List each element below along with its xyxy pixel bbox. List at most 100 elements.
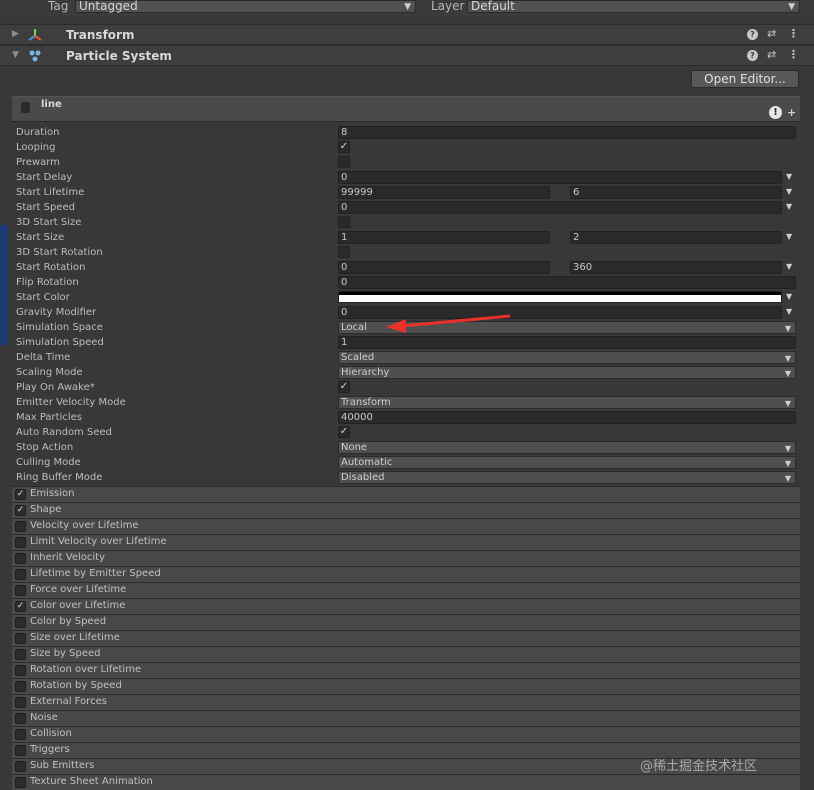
add-icon[interactable]: + (787, 106, 796, 119)
property-checkbox[interactable]: ✓ (338, 426, 350, 438)
transform-gizmo-icon (28, 29, 42, 41)
module-row[interactable]: Size over Lifetime (12, 630, 800, 646)
module-row[interactable]: ✓ Shape (12, 502, 800, 518)
property-checkbox[interactable] (338, 156, 350, 168)
dropdown-value: Hierarchy (341, 367, 390, 378)
property-row: Play On Awake* ✓ (0, 381, 814, 396)
module-row[interactable]: Collision (12, 726, 800, 742)
mode-dropdown-icon[interactable]: ▼ (786, 172, 792, 181)
module-enable-checkbox[interactable] (15, 521, 26, 532)
module-row[interactable]: Limit Velocity over Lifetime (12, 534, 800, 550)
transform-title: Transform (66, 28, 135, 42)
mode-dropdown-icon[interactable]: ▼ (786, 307, 792, 316)
module-enable-checkbox[interactable] (15, 649, 26, 660)
particle-system-main-header[interactable]: line ! + (12, 96, 800, 122)
particle-system-component-header[interactable]: ▼ Particle System ? ⇄ ⋮ (0, 45, 814, 66)
mode-dropdown-icon[interactable]: ▼ (786, 262, 792, 271)
module-row[interactable]: ✓ Color over Lifetime (12, 598, 800, 614)
warning-icon[interactable]: ! (769, 106, 782, 119)
property-row: Scaling Mode Hierarchy ▼ (0, 366, 814, 381)
property-max-field[interactable]: 6 (570, 186, 782, 199)
module-enable-checkbox[interactable]: ✓ (15, 505, 26, 516)
module-enable-checkbox[interactable]: ✓ (15, 601, 26, 612)
chevron-down-icon: ▼ (784, 369, 791, 378)
foldout-collapsed-icon[interactable]: ▶ (12, 29, 19, 39)
module-enable-checkbox[interactable] (15, 665, 26, 676)
property-checkbox[interactable] (338, 216, 350, 228)
module-enable-checkbox[interactable] (15, 553, 26, 564)
tag-dropdown[interactable]: Untagged ▼ (75, 0, 416, 13)
system-name: line (41, 99, 62, 110)
property-dropdown[interactable]: Automatic ▼ (338, 456, 796, 469)
module-row[interactable]: Rotation over Lifetime (12, 662, 800, 678)
property-value-field[interactable]: 0 (338, 171, 782, 184)
module-label: Rotation over Lifetime (30, 664, 142, 675)
kebab-menu-icon[interactable]: ⋮ (788, 48, 799, 61)
module-label: Color over Lifetime (30, 600, 126, 611)
property-max-field[interactable]: 2 (570, 231, 782, 244)
property-dropdown[interactable]: Hierarchy ▼ (338, 366, 796, 379)
module-row[interactable]: Noise (12, 710, 800, 726)
module-row[interactable]: Lifetime by Emitter Speed (12, 566, 800, 582)
module-row[interactable]: ✓ Emission (12, 486, 800, 502)
mode-dropdown-icon[interactable]: ▼ (786, 232, 792, 241)
module-row[interactable]: Force over Lifetime (12, 582, 800, 598)
property-min-field[interactable]: 99999 (338, 186, 550, 199)
property-checkbox[interactable] (338, 246, 350, 258)
module-row[interactable]: Color by Speed (12, 614, 800, 630)
module-row[interactable]: External Forces (12, 694, 800, 710)
module-enable-checkbox[interactable] (15, 537, 26, 548)
property-checkbox[interactable]: ✓ (338, 141, 350, 153)
property-row: Stop Action None ▼ (0, 441, 814, 456)
module-enable-checkbox[interactable] (15, 777, 26, 788)
module-enable-checkbox[interactable] (15, 633, 26, 644)
module-enable-checkbox[interactable] (15, 745, 26, 756)
layer-value: Default (471, 0, 515, 13)
help-icon[interactable]: ? (747, 50, 758, 61)
module-enable-checkbox[interactable] (15, 729, 26, 740)
module-row[interactable]: Texture Sheet Animation (12, 774, 800, 790)
module-enable-checkbox[interactable] (15, 681, 26, 692)
property-label: Culling Mode (16, 457, 81, 468)
property-dropdown[interactable]: Scaled ▼ (338, 351, 796, 364)
property-value-field[interactable]: 8 (338, 126, 796, 139)
module-enable-checkbox[interactable] (15, 697, 26, 708)
module-enable-checkbox[interactable] (15, 713, 26, 724)
property-value-field[interactable]: 0 (338, 276, 796, 289)
property-dropdown[interactable]: Transform ▼ (338, 396, 796, 409)
module-enable-checkbox[interactable] (15, 617, 26, 628)
transform-component-header[interactable]: ▶ Transform ? ⇄ ⋮ (0, 24, 814, 45)
module-enable-checkbox[interactable]: ✓ (15, 489, 26, 500)
module-row[interactable]: Size by Speed (12, 646, 800, 662)
property-max-field[interactable]: 360 (570, 261, 782, 274)
layer-dropdown[interactable]: Default ▼ (467, 0, 800, 13)
property-value-field[interactable]: 1 (338, 336, 796, 349)
property-min-field[interactable]: 0 (338, 261, 550, 274)
module-label: Rotation by Speed (30, 680, 122, 691)
start-color-swatch[interactable] (338, 291, 782, 303)
module-enable-checkbox[interactable] (15, 585, 26, 596)
property-checkbox[interactable]: ✓ (338, 381, 350, 393)
module-enable-checkbox[interactable] (15, 761, 26, 772)
foldout-expanded-icon[interactable]: ▼ (12, 50, 19, 60)
mode-dropdown-icon[interactable]: ▼ (786, 202, 792, 211)
module-row[interactable]: Rotation by Speed (12, 678, 800, 694)
property-min-field[interactable]: 1 (338, 231, 550, 244)
property-dropdown[interactable]: None ▼ (338, 441, 796, 454)
presets-icon[interactable]: ⇄ (767, 48, 776, 61)
kebab-menu-icon[interactable]: ⋮ (788, 27, 799, 40)
module-row[interactable]: Velocity over Lifetime (12, 518, 800, 534)
chevron-down-icon: ▼ (784, 354, 791, 363)
property-value-field[interactable]: 0 (338, 201, 782, 214)
property-value-field[interactable]: 40000 (338, 411, 796, 424)
help-icon[interactable]: ? (747, 29, 758, 40)
mode-dropdown-icon[interactable]: ▼ (786, 292, 792, 301)
property-dropdown[interactable]: Disabled ▼ (338, 471, 796, 484)
module-enable-checkbox[interactable] (15, 569, 26, 580)
open-editor-button[interactable]: Open Editor... (691, 70, 799, 88)
presets-icon[interactable]: ⇄ (767, 27, 776, 40)
module-label: Velocity over Lifetime (30, 520, 139, 531)
mode-dropdown-icon[interactable]: ▼ (786, 187, 792, 196)
module-row[interactable]: Inherit Velocity (12, 550, 800, 566)
property-row: Start Speed 0 ▼ (0, 201, 814, 216)
